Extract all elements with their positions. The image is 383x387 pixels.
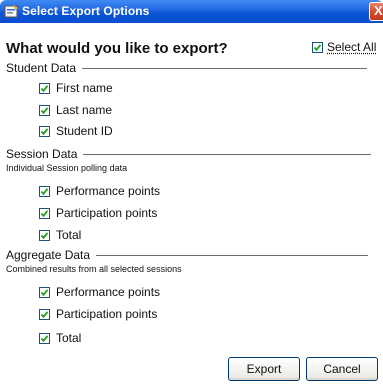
checkbox-checked-icon [39,308,50,320]
checkbox-checked-icon [39,229,50,241]
option-first-name[interactable]: First name [39,81,113,95]
section-title: Student Data [6,61,77,75]
app-icon [4,4,19,19]
checkbox-checked-icon [312,41,323,53]
section-student-data: Student Data [6,61,368,75]
dialog-body: What would you like to export? Select Al… [0,23,383,387]
option-label: Participation points [56,206,158,220]
option-label: Last name [56,103,113,117]
section-aggregate-data: Aggregate Data [6,248,369,262]
section-title: Aggregate Data [6,248,91,262]
checkbox-checked-icon [39,332,50,344]
option-label: Total [56,228,82,242]
checkbox-checked-icon [39,125,50,137]
option-label: Performance points [56,285,161,299]
option-aggregate-participation-points[interactable]: Participation points [39,307,157,321]
section-divider [82,67,368,69]
export-options-dialog: Select Export Options X What would you l… [0,0,383,387]
option-session-participation-points[interactable]: Participation points [39,206,157,220]
cancel-button[interactable]: Cancel [306,357,378,381]
section-subtitle: Individual Session polling data [6,163,128,173]
option-label: Student ID [56,124,113,138]
section-subtitle: Combined results from all selected sessi… [6,264,182,274]
checkbox-checked-icon [39,286,50,298]
section-title: Session Data [6,147,78,161]
section-divider [83,153,372,155]
section-session-data: Session Data [6,147,372,161]
select-all-label: Select All [327,40,377,54]
option-aggregate-total[interactable]: Total [39,331,81,345]
checkbox-checked-icon [39,207,50,219]
checkbox-checked-icon [39,185,50,197]
checkbox-checked-icon [39,104,50,116]
checkbox-checked-icon [39,82,50,94]
option-label: Total [56,331,82,345]
title-bar[interactable]: Select Export Options X [0,0,383,23]
close-button[interactable]: X [369,2,383,21]
option-session-total[interactable]: Total [39,228,81,242]
option-student-id[interactable]: Student ID [39,124,113,138]
section-divider [96,254,369,256]
export-button[interactable]: Export [228,357,300,381]
option-label: First name [56,81,113,95]
option-label: Participation points [56,307,158,321]
option-last-name[interactable]: Last name [39,103,112,117]
option-session-performance-points[interactable]: Performance points [39,184,160,198]
export-question: What would you like to export? [6,40,228,57]
option-aggregate-performance-points[interactable]: Performance points [39,285,160,299]
select-all-checkbox[interactable]: Select All [312,40,376,54]
option-label: Performance points [56,184,161,198]
window-title: Select Export Options [22,4,150,18]
